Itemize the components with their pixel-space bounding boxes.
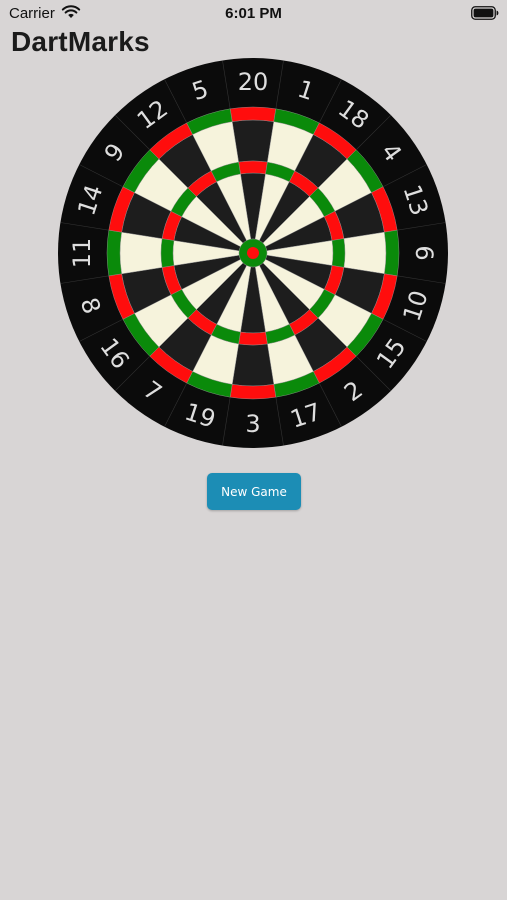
triple-6[interactable] xyxy=(331,238,346,268)
single-outer-6[interactable] xyxy=(343,231,387,275)
board-number-6: 6 xyxy=(410,245,438,260)
double-20[interactable] xyxy=(229,106,277,122)
dartboard-svg[interactable]: 20 11841361015217319716811149125 xyxy=(58,58,448,448)
double-11[interactable] xyxy=(106,229,122,277)
triple-11[interactable] xyxy=(160,238,175,268)
double-3[interactable] xyxy=(229,384,277,400)
board-number-3: 3 xyxy=(245,410,260,438)
new-game-button[interactable]: New Game xyxy=(207,473,301,510)
triple-3[interactable] xyxy=(238,331,268,346)
double-6[interactable] xyxy=(384,229,400,277)
bullseye[interactable] xyxy=(247,247,259,259)
single-outer-20[interactable] xyxy=(231,119,275,163)
status-bar: Carrier 6:01 PM xyxy=(0,0,507,28)
battery-icon xyxy=(471,6,499,24)
single-outer-11[interactable] xyxy=(119,231,163,275)
board-number-20: 20 xyxy=(238,68,269,96)
dartboard[interactable]: 20 1 18 4 13 6 10 15 2 17 3 19 7 16 8 11 14 9 12 5 xyxy=(58,58,448,448)
status-time: 6:01 PM xyxy=(225,5,282,22)
board-number-11: 11 xyxy=(68,238,96,269)
single-outer-3[interactable] xyxy=(231,343,275,387)
app-title: DartMarks xyxy=(11,26,150,57)
triple-20[interactable] xyxy=(238,160,268,175)
